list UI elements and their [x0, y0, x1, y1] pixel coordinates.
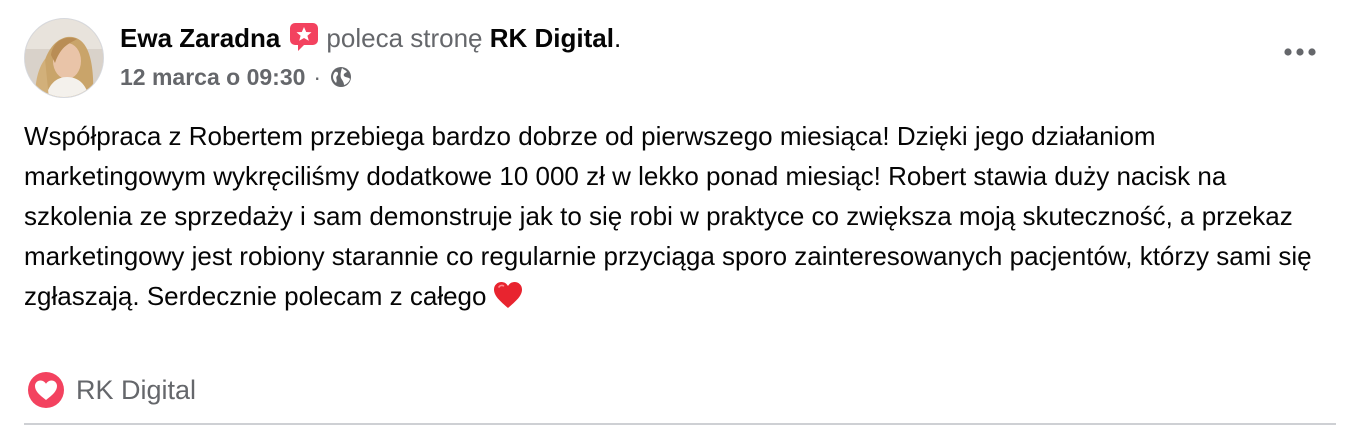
recommended-page-link[interactable]: RK Digital: [490, 23, 614, 53]
post-timestamp[interactable]: 12 marca o 09:30: [120, 62, 305, 92]
post-body-text: Współpraca z Robertem przebiega bardzo d…: [24, 121, 1312, 311]
globe-icon[interactable]: [329, 65, 353, 89]
post-divider: [24, 423, 1336, 425]
post-meta: 12 marca o 09:30 ·: [120, 62, 353, 92]
author-name[interactable]: Ewa Zaradna: [120, 23, 280, 53]
post-body: Współpraca z Robertem przebiega bardzo d…: [24, 116, 1334, 316]
more-options-button[interactable]: [1276, 32, 1324, 72]
avatar-photo: [25, 19, 103, 97]
meta-separator: ·: [313, 64, 322, 90]
tagged-page[interactable]: RK Digital: [26, 370, 196, 410]
heart-emoji: [492, 279, 524, 311]
recommendation-star-badge-icon: [288, 21, 320, 53]
recommend-text: poleca stronę: [326, 23, 483, 53]
post-header: Ewa Zaradna poleca stronę RK Digital.: [120, 20, 621, 56]
recommendation-post: Ewa Zaradna poleca stronę RK Digital. 12 …: [0, 0, 1360, 426]
more-options-icon: [1284, 48, 1316, 56]
tagged-page-label: RK Digital: [76, 374, 197, 405]
recommend-heart-icon: [28, 372, 64, 408]
author-avatar[interactable]: [24, 18, 104, 98]
header-period: .: [613, 23, 622, 53]
